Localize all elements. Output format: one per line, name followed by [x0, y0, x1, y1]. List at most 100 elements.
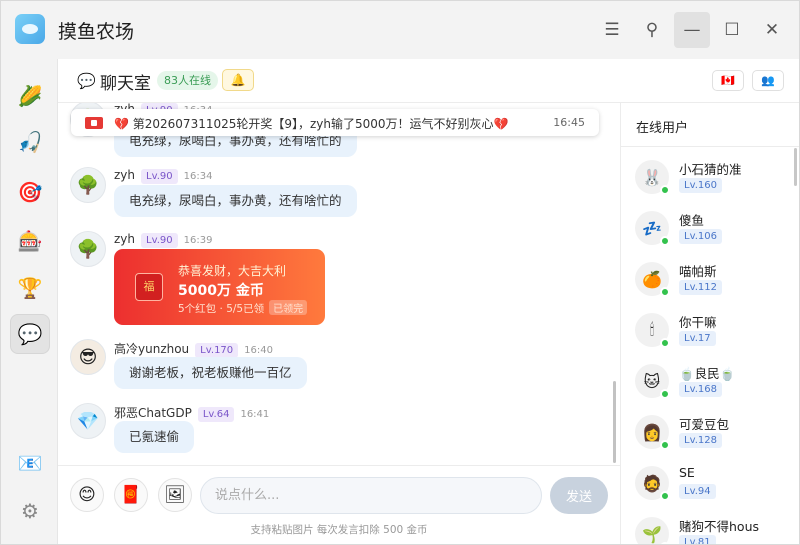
- online-status-dot: [660, 491, 670, 501]
- sender-name: 高冷yunzhou: [114, 342, 190, 356]
- mail-icon[interactable]: 📧: [10, 443, 50, 483]
- online-user-item[interactable]: 🍊 喵帕斯 Lv.112: [635, 257, 785, 301]
- online-user-item[interactable]: 👩 可爱豆包 Lv.128: [635, 410, 785, 454]
- level-badge: Lv.90: [141, 233, 178, 248]
- red-packet-card[interactable]: 福 恭喜发财，大吉大利 5000万 金币 5个红包 · 5/5已领 已领完: [114, 249, 325, 325]
- online-user-item[interactable]: 🌱 赌狗不得hous Lv.81: [635, 512, 785, 544]
- message-meta: 邪恶ChatGDP Lv.64 16:41: [114, 404, 269, 422]
- menu-icon[interactable]: ☰: [594, 12, 630, 48]
- bell-icon[interactable]: 🔔: [222, 69, 254, 91]
- user-avatar: 🌱: [635, 517, 669, 544]
- red-packet-title: 恭喜发财，大吉大利: [178, 264, 287, 278]
- title-bar: 摸鱼农场 ☰ ⚲ — ☐ ✕: [1, 1, 799, 59]
- chat-icon[interactable]: 💬: [10, 314, 50, 354]
- red-packet-info: 5个红包 · 5/5已领 已领完: [178, 300, 308, 316]
- message-input[interactable]: [200, 477, 542, 514]
- send-button[interactable]: 发送: [550, 477, 608, 514]
- red-packet-icon[interactable]: 🧧: [114, 478, 148, 512]
- message-time: 16:39: [183, 235, 213, 246]
- announcement-time: 16:45: [553, 116, 585, 129]
- online-status-dot: [660, 287, 670, 297]
- user-level-badge: Lv.168: [679, 382, 722, 397]
- user-level-badge: Lv.128: [679, 433, 722, 448]
- maximize-button[interactable]: ☐: [714, 12, 750, 48]
- red-envelope-icon: 福: [135, 273, 163, 301]
- users-icon[interactable]: 👥: [752, 70, 784, 91]
- announcement-icon: [85, 117, 103, 129]
- user-name: 赌狗不得hous: [679, 519, 760, 534]
- online-status-dot: [660, 338, 670, 348]
- input-hint: 支持粘贴图片 每次发言扣除 500 金币: [250, 524, 428, 536]
- user-name: 你干嘛: [679, 315, 717, 330]
- online-users-scrollbar[interactable]: [794, 148, 797, 186]
- emoji-icon[interactable]: 😊: [70, 478, 104, 512]
- user-name: 傻鱼: [679, 213, 705, 228]
- divider: [621, 146, 799, 147]
- user-level-badge: Lv.17: [679, 331, 716, 346]
- announcement-banner: 💔 第202607311025轮开奖【9】，zyh输了5000万！运气不好别灰心…: [71, 109, 599, 136]
- user-level-badge: Lv.106: [679, 229, 722, 244]
- target-icon[interactable]: 🎯: [10, 172, 50, 212]
- red-packet-amount: 5000万 金币: [178, 283, 264, 299]
- user-level-badge: Lv.81: [679, 535, 716, 544]
- sender-name: zyh: [114, 168, 136, 182]
- sidebar: 🌽 🎣 🎯 🎰 🏆 💬 📧 ⚙: [1, 59, 58, 544]
- app-window: 摸鱼农场 ☰ ⚲ — ☐ ✕ 🌽 🎣 🎯 🎰 🏆 💬 📧 ⚙ 💬 聊天室 83人…: [0, 0, 800, 545]
- chat-title: 聊天室: [100, 74, 151, 94]
- chat-header: 💬 聊天室 83人在线 🔔 🇨🇦 👥: [58, 59, 799, 103]
- user-level-badge: Lv.160: [679, 178, 722, 193]
- online-status-dot: [660, 185, 670, 195]
- message-time: 16:41: [240, 409, 270, 420]
- announcement-text: 💔 第202607311025轮开奖【9】，zyh输了5000万！运气不好别灰心…: [114, 117, 509, 131]
- trophy-icon[interactable]: 🏆: [10, 268, 50, 308]
- minimize-button[interactable]: —: [674, 12, 710, 48]
- input-bar: 😊 🧧 🖼 发送 支持粘贴图片 每次发言扣除 500 金币: [58, 465, 620, 544]
- online-users-title: 在线用户: [636, 121, 689, 136]
- message-meta: zyh Lv.90 16:39: [114, 232, 212, 248]
- sender-name: zyh: [114, 232, 136, 246]
- red-packet-status: 已领完: [269, 300, 308, 315]
- app-title: 摸鱼农场: [58, 21, 135, 43]
- user-name: SE: [679, 465, 695, 480]
- chat-bubble-icon: 💬: [77, 72, 96, 90]
- avatar: 🌳: [70, 167, 106, 203]
- level-badge: Lv.170: [195, 343, 239, 358]
- flag-button[interactable]: 🇨🇦: [712, 70, 744, 91]
- pin-icon[interactable]: ⚲: [634, 12, 670, 48]
- message-bubble: 电充绿，尿喝白，事办黄，还有啥忙的: [114, 185, 357, 217]
- user-level-badge: Lv.94: [679, 484, 716, 499]
- message-bubble: 谢谢老板，祝老板赚他一百亿: [114, 357, 307, 389]
- settings-icon[interactable]: ⚙: [10, 491, 50, 531]
- online-user-item[interactable]: 🐱 🍵良民🍵 Lv.168: [635, 359, 785, 403]
- online-user-item[interactable]: 🧔 SE Lv.94: [635, 461, 785, 505]
- user-name: 可爱豆包: [679, 417, 730, 432]
- close-button[interactable]: ✕: [754, 12, 790, 48]
- avatar: 😎: [70, 339, 106, 375]
- online-status-dot: [660, 236, 670, 246]
- farm-icon[interactable]: 🌽: [10, 76, 50, 116]
- avatar: 💎: [70, 403, 106, 439]
- red-packet-count: 5个红包 · 5/5已领: [178, 303, 265, 315]
- online-user-item[interactable]: 💤 傻鱼 Lv.106: [635, 206, 785, 250]
- online-users-panel: 在线用户 🐰 小石猜的准 Lv.160 💤 傻鱼 Lv.106 🍊 喵帕斯 Lv…: [620, 103, 799, 544]
- message-meta: 高冷yunzhou Lv.170 16:40: [114, 340, 273, 358]
- message-list[interactable]: 🌳 zyh Lv.90 16:34 电充绿，尿喝白，事办黄，还有啥忙的 🌳 zyh L…: [58, 103, 620, 465]
- slot-machine-icon[interactable]: 🎰: [10, 221, 50, 261]
- message-bubble: 已氪速偷: [114, 421, 195, 453]
- chat-scrollbar[interactable]: [613, 381, 616, 463]
- online-count-badge: 83人在线: [157, 71, 218, 90]
- online-user-item[interactable]: 🐰 小石猜的准 Lv.160: [635, 155, 785, 199]
- online-status-dot: [660, 440, 670, 450]
- message-meta: zyh Lv.90 16:34: [114, 168, 212, 184]
- online-user-item[interactable]: 🕯 你干嘛 Lv.17: [635, 308, 785, 352]
- level-badge: Lv.90: [141, 169, 178, 184]
- message-time: 16:40: [244, 345, 273, 356]
- sender-name: 邪恶ChatGDP: [114, 406, 192, 420]
- avatar: 🌳: [70, 231, 106, 267]
- user-name: 喵帕斯: [679, 264, 717, 279]
- user-level-badge: Lv.112: [679, 280, 722, 295]
- fish-app-icon: [15, 14, 45, 44]
- image-icon[interactable]: 🖼: [158, 478, 192, 512]
- fishing-icon[interactable]: 🎣: [10, 122, 50, 162]
- level-badge: Lv.64: [197, 407, 235, 422]
